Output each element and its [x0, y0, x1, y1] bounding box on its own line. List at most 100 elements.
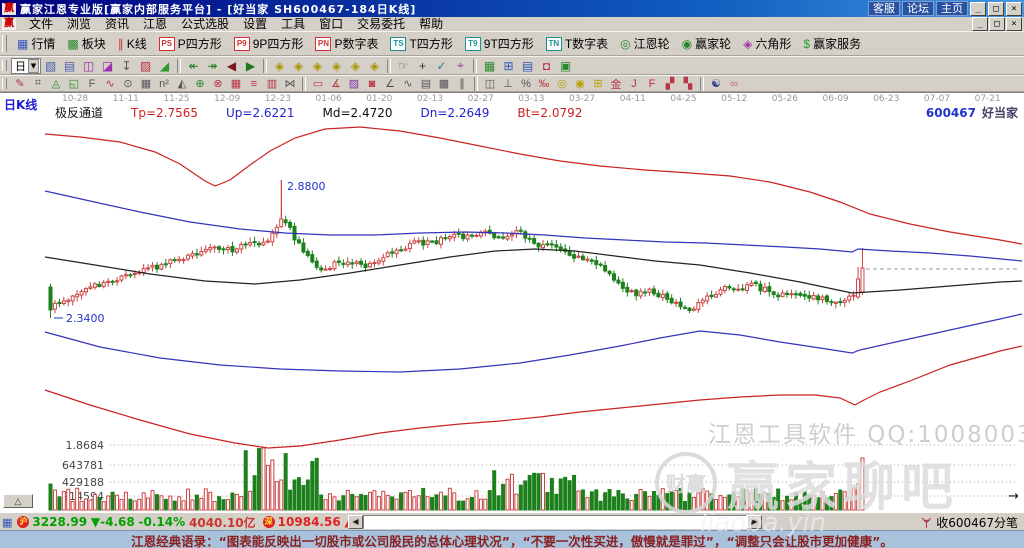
t-square-button[interactable]: TS T四方形 [384, 33, 458, 54]
gann-circle-icon[interactable]: ⊙ [119, 77, 137, 91]
pin-tool-icon[interactable]: ↧ [117, 58, 136, 74]
quote-grid-icon[interactable]: ▦ [2, 516, 12, 529]
flag-icon[interactable]: ◢ [155, 58, 174, 74]
scroll-right-icon[interactable]: → [1008, 489, 1019, 504]
calculator-icon[interactable]: ⊞ [499, 58, 518, 74]
wheel-small-icon[interactable]: ⊕ [191, 77, 209, 91]
sectors-button[interactable]: ▩ 板块 [61, 33, 111, 54]
rays-tool-icon[interactable]: ∡ [327, 77, 345, 91]
menu-item-帮助[interactable]: 帮助 [412, 17, 450, 31]
menu-item-江恩[interactable]: 江恩 [136, 17, 174, 31]
target-tool-icon[interactable]: ⌖ [451, 58, 470, 74]
gann-grid-icon[interactable]: ⌗ [29, 77, 47, 91]
kline-button[interactable]: ∥ K线 [112, 33, 153, 54]
gann-wheel-button[interactable]: ◎ 江恩轮 [614, 33, 676, 54]
menu-item-资讯[interactable]: 资讯 [98, 17, 136, 31]
child-minimize-button[interactable]: _ [972, 17, 988, 31]
gann-diamond3-icon[interactable]: ◈ [308, 58, 327, 74]
notes-icon[interactable]: ▤ [518, 58, 537, 74]
wave-tool-icon[interactable]: ∿ [101, 77, 119, 91]
parallel-icon[interactable]: ∥ [453, 77, 471, 91]
scrollbar-track[interactable] [363, 515, 747, 529]
hexagon-button[interactable]: ◈ 六角形 [737, 33, 797, 54]
gann-square-icon[interactable]: ◱ [65, 77, 83, 91]
titlebar-link-3[interactable]: 主页 [936, 1, 968, 16]
baseline-icon[interactable]: ⊥ [499, 77, 517, 91]
info-panel-icon[interactable]: ▤ [60, 58, 79, 74]
gann-diamond2-icon[interactable]: ◈ [289, 58, 308, 74]
crosshair-icon[interactable]: + [413, 58, 432, 74]
menu-item-交易委托[interactable]: 交易委托 [350, 17, 412, 31]
yinyang-icon[interactable]: ☯ [707, 77, 725, 91]
pen-tool-icon[interactable]: ✎ [11, 77, 29, 91]
rect-tool-icon[interactable]: ▭ [309, 77, 327, 91]
scrollbar-left-button[interactable]: ◀ [348, 515, 363, 529]
screen-grid-icon[interactable]: ▦ [480, 58, 499, 74]
apex-icon[interactable]: ◭ [173, 77, 191, 91]
split-window-icon[interactable]: ◫ [481, 77, 499, 91]
sine-tool-icon[interactable]: ∿ [399, 77, 417, 91]
winner-service-button[interactable]: $ 赢家服务 [797, 33, 867, 54]
save-icon[interactable]: ◘ [537, 58, 556, 74]
f-line-icon[interactable]: F [643, 77, 661, 91]
menu-item-文件[interactable]: 文件 [22, 17, 60, 31]
golden-section-icon[interactable]: 金 [607, 77, 625, 91]
gann-diamond5-icon[interactable]: ◈ [346, 58, 365, 74]
t9-square-button[interactable]: T9 9T四方形 [459, 33, 540, 54]
tick-data-label[interactable]: 收600467分笔 [936, 514, 1018, 531]
chart-panel-icon[interactable]: ◫ [79, 58, 98, 74]
child-close-button[interactable]: × [1006, 17, 1022, 31]
gann-diamond4-icon[interactable]: ◈ [327, 58, 346, 74]
p-square-button[interactable]: PS P四方形 [153, 33, 228, 54]
first-bar-icon[interactable]: ↞ [184, 58, 203, 74]
percent-icon[interactable]: % [517, 77, 535, 91]
slope-down-icon[interactable]: ▚ [679, 77, 697, 91]
minimize-button[interactable]: _ [970, 1, 986, 16]
winner-wheel-button[interactable]: ◉ 赢家轮 [676, 33, 738, 54]
permille-icon[interactable]: ‰ [535, 77, 553, 91]
j-line-icon[interactable]: J [625, 77, 643, 91]
titlebar-link-1[interactable]: 客服 [868, 1, 900, 16]
overlay-icon[interactable]: ▨ [136, 58, 155, 74]
menu-item-公式选股[interactable]: 公式选股 [174, 17, 236, 31]
titlebar-link-2[interactable]: 论坛 [902, 1, 934, 16]
slope-up-icon[interactable]: ▞ [661, 77, 679, 91]
hatch-tool-icon[interactable]: ▩ [435, 77, 453, 91]
fibonacci-icon[interactable]: F [83, 77, 101, 91]
infinity-icon[interactable]: ∞ [725, 77, 743, 91]
status-scrollbar[interactable]: ◀ ▶ [348, 515, 762, 529]
p-table-button[interactable]: PN P数字表 [309, 33, 384, 54]
gann-diamond6-icon[interactable]: ◈ [365, 58, 384, 74]
export-icon[interactable]: ▣ [556, 58, 575, 74]
red-grid-icon[interactable]: ▦ [227, 77, 245, 91]
gann-diamond1-icon[interactable]: ◈ [270, 58, 289, 74]
angle-tool-icon[interactable]: ∠ [381, 77, 399, 91]
select-tool-icon[interactable]: ✓ [432, 58, 451, 74]
close-button[interactable]: × [1006, 1, 1022, 16]
p9-square-button[interactable]: P9 9P四方形 [228, 33, 310, 54]
star-tool-icon[interactable]: ⊗ [209, 77, 227, 91]
golden-circle2-icon[interactable]: ◉ [571, 77, 589, 91]
hand-tool-icon[interactable]: ☞ [394, 58, 413, 74]
price-grid-icon[interactable]: ▥ [263, 77, 281, 91]
channels-icon[interactable]: ≡ [245, 77, 263, 91]
time-cycle-icon[interactable]: ⋈ [281, 77, 299, 91]
period-daily-combo[interactable]: 日 ▼ [11, 57, 41, 74]
square-number-icon[interactable]: n² [155, 77, 173, 91]
golden-grid-icon[interactable]: ⊞ [589, 77, 607, 91]
menu-item-窗口[interactable]: 窗口 [312, 17, 350, 31]
scrollbar-right-button[interactable]: ▶ [747, 515, 762, 529]
quotes-button[interactable]: ▦ 行情 [11, 33, 61, 54]
shade-rect-icon[interactable]: ▨ [345, 77, 363, 91]
chart-panel2-icon[interactable]: ◪ [98, 58, 117, 74]
restore-button[interactable]: □ [988, 1, 1004, 16]
t-table-button[interactable]: TN T数字表 [540, 33, 614, 54]
grid-dense-icon[interactable]: ▦ [137, 77, 155, 91]
menu-item-浏览[interactable]: 浏览 [60, 17, 98, 31]
pane-toggle-button[interactable]: △ [3, 494, 33, 508]
market-window-icon[interactable]: ▧ [41, 58, 60, 74]
menu-item-设置[interactable]: 设置 [236, 17, 274, 31]
prev-bar-icon[interactable]: ◀ [222, 58, 241, 74]
menu-item-工具[interactable]: 工具 [274, 17, 312, 31]
child-restore-button[interactable]: □ [989, 17, 1005, 31]
